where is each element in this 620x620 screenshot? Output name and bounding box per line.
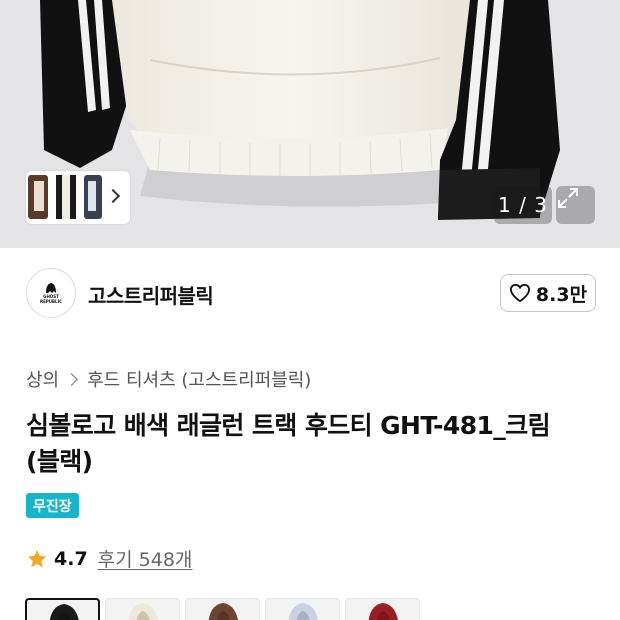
brand-logo-text-2: REPUBLIC xyxy=(39,299,62,304)
reviews-link[interactable]: 후기 548개 xyxy=(98,545,193,572)
color-option-red[interactable] xyxy=(345,598,420,620)
chevron-right-icon xyxy=(65,372,78,386)
breadcrumb-subcategory[interactable]: 후드 티셔츠 (고스트리퍼블릭) xyxy=(87,366,311,392)
image-counter: 1 / 3 xyxy=(494,186,552,224)
color-option-light-blue[interactable] xyxy=(265,598,340,620)
rating: 4.7 후기 548개 xyxy=(26,545,192,572)
delivery-badge: 무진장 xyxy=(26,493,79,518)
color-option-cream[interactable] xyxy=(105,598,180,620)
expand-button[interactable] xyxy=(556,186,595,224)
color-option-black[interactable] xyxy=(25,598,100,620)
product-title: 심볼로고 배색 래글런 트랙 후드티 GHT-481_크림(블랙) xyxy=(26,411,551,476)
brand-name[interactable]: 고스트리퍼블릭 xyxy=(88,280,214,309)
rating-score: 4.7 xyxy=(54,547,88,570)
color-option-brown[interactable] xyxy=(185,598,260,620)
star-icon xyxy=(27,549,47,567)
brand-logo[interactable]: GHOST REPUBLIC xyxy=(26,268,76,318)
heart-icon xyxy=(509,283,530,303)
breadcrumb-category[interactable]: 상의 xyxy=(26,366,59,392)
ghost-logo-icon xyxy=(46,283,56,293)
breadcrumb: 상의 후드 티셔츠 (고스트리퍼블릭) xyxy=(26,366,311,392)
thumbnail-strip[interactable] xyxy=(26,171,130,224)
product-image-gallery[interactable]: 1 / 3 xyxy=(0,0,620,248)
expand-icon xyxy=(558,188,578,208)
like-button[interactable]: 8.3만 xyxy=(500,274,596,312)
color-options xyxy=(25,598,420,620)
like-count: 8.3만 xyxy=(535,283,588,306)
